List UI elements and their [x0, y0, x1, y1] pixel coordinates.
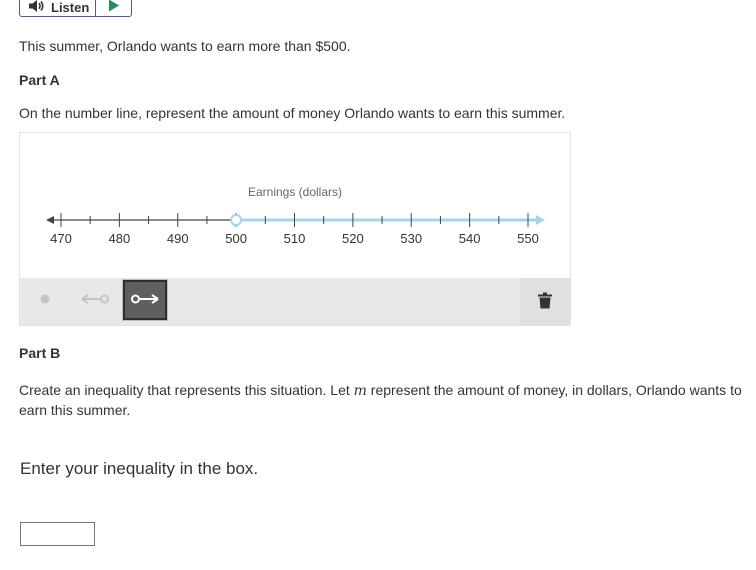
right-ray-icon — [130, 292, 160, 309]
delete-button[interactable] — [520, 278, 570, 325]
ray-arrow — [536, 215, 545, 225]
variable-m: m — [353, 383, 367, 399]
part-a-heading: Part A — [19, 72, 60, 88]
listen-label: Listen — [51, 0, 90, 15]
ray-endpoint — [230, 214, 243, 226]
answer-instruction: Enter your inequality in the box. — [20, 459, 259, 478]
right-ray-tool[interactable] — [122, 279, 168, 321]
tick-label: 550 — [517, 231, 539, 246]
part-a-prompt: On the number line, represent the amount… — [19, 105, 566, 121]
point-tool-icon — [38, 292, 52, 309]
listen-control: Listen — [19, 0, 132, 17]
part-b-prompt: Create an inequality that represents thi… — [19, 381, 744, 420]
trash-icon — [538, 292, 552, 312]
tick-label: 480 — [109, 231, 131, 246]
part-b-heading: Part B — [19, 345, 61, 361]
intro-text: This summer, Orlando wants to earn more … — [19, 38, 351, 54]
number-line[interactable]: Earnings (dollars) 470 480 490 500 510 520 530… — [20, 133, 570, 278]
play-button[interactable] — [96, 0, 131, 16]
part-b-prompt-start: Create an inequality that represents thi… — [19, 382, 354, 398]
tick-label: 490 — [167, 231, 189, 246]
tick-label: 500 — [225, 231, 247, 246]
left-ray-icon — [80, 292, 110, 309]
axis-left-arrow — [46, 216, 54, 224]
tick-label: 540 — [459, 231, 481, 246]
point-tool[interactable] — [23, 280, 67, 320]
left-ray-tool[interactable] — [73, 280, 117, 320]
tick-label: 530 — [400, 231, 422, 246]
play-icon — [108, 0, 120, 15]
tick-label: 470 — [50, 231, 72, 246]
tick-label: 520 — [342, 231, 364, 246]
number-line-title: Earnings (dollars) — [248, 185, 342, 199]
inequality-input[interactable] — [20, 522, 95, 546]
graph-toolbar — [20, 278, 570, 325]
number-line-panel: Earnings (dollars) 470 480 490 500 510 520 530… — [19, 132, 571, 326]
speaker-icon — [28, 0, 46, 16]
tick-label: 510 — [284, 231, 306, 246]
listen-button[interactable]: Listen — [20, 0, 96, 16]
